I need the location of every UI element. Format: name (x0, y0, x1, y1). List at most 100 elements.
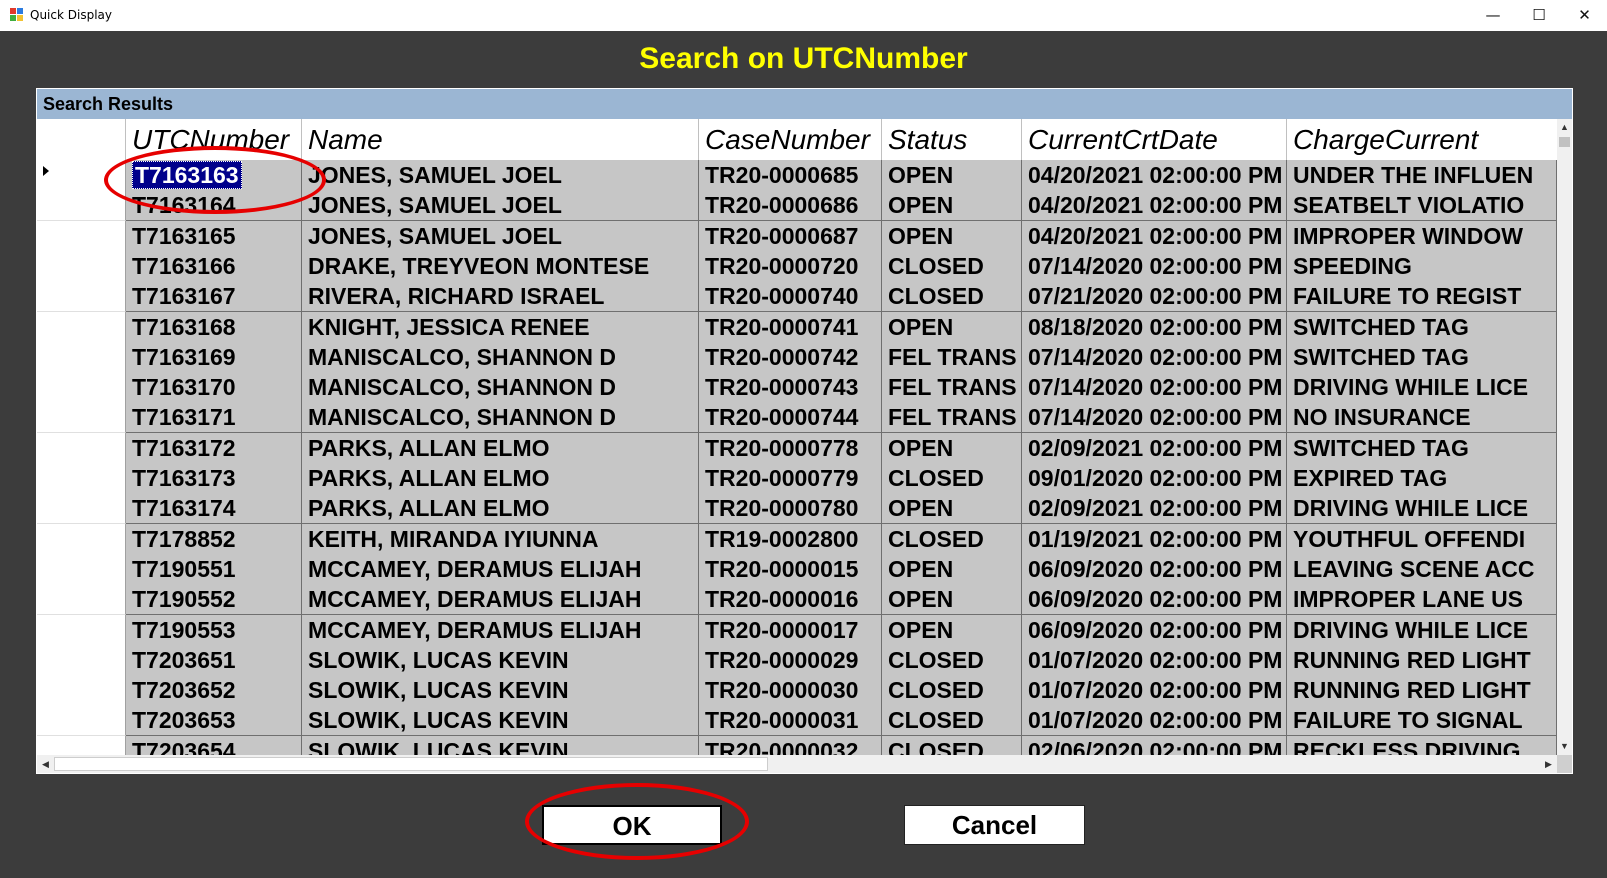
cell-chargecurrent[interactable]: LEAVING SCENE ACC (1287, 553, 1557, 585)
cell-chargecurrent[interactable]: RUNNING RED LIGHT (1287, 675, 1557, 707)
cell-casenumber[interactable]: TR20-0000017 (699, 614, 882, 646)
cell-casenumber[interactable]: TR19-0002800 (699, 523, 882, 555)
cell-currentcrtdate[interactable]: 01/07/2020 02:00:00 PM (1022, 644, 1287, 676)
row-header[interactable] (37, 220, 126, 252)
cell-casenumber[interactable]: TR20-0000031 (699, 705, 882, 737)
cell-name[interactable]: SLOWIK, LUCAS KEVIN (302, 705, 699, 737)
column-header-utcnumber[interactable]: UTCNumber (126, 119, 302, 160)
cell-currentcrtdate[interactable]: 01/07/2020 02:00:00 PM (1022, 675, 1287, 707)
cell-chargecurrent[interactable]: DRIVING WHILE LICE (1287, 614, 1557, 646)
cell-casenumber[interactable]: TR20-0000744 (699, 402, 882, 434)
cell-currentcrtdate[interactable]: 04/20/2021 02:00:00 PM (1022, 160, 1287, 191)
cell-chargecurrent[interactable]: DRIVING WHILE LICE (1287, 493, 1557, 525)
cell-utcnumber[interactable]: T7163167 (126, 281, 302, 313)
cell-name[interactable]: MANISCALCO, SHANNON D (302, 372, 699, 404)
cell-chargecurrent[interactable]: IMPROPER WINDOW (1287, 220, 1557, 252)
row-header[interactable] (37, 675, 126, 707)
cell-status[interactable]: OPEN (882, 553, 1022, 585)
cell-chargecurrent[interactable]: FAILURE TO SIGNAL (1287, 705, 1557, 737)
cell-status[interactable]: OPEN (882, 584, 1022, 616)
row-header[interactable] (37, 735, 126, 755)
cell-name[interactable]: MCCAMEY, DERAMUS ELIJAH (302, 614, 699, 646)
cell-casenumber[interactable]: TR20-0000686 (699, 190, 882, 222)
table-row[interactable]: T7190553 MCCAMEY, DERAMUS ELIJAH TR20-0000… (37, 614, 1557, 646)
cell-name[interactable]: MANISCALCO, SHANNON D (302, 402, 699, 434)
cell-status[interactable]: OPEN (882, 190, 1022, 222)
row-header[interactable] (37, 311, 126, 343)
cell-name[interactable]: PARKS, ALLAN ELMO (302, 432, 699, 464)
row-header[interactable] (37, 644, 126, 676)
row-header[interactable] (37, 432, 126, 464)
cell-status[interactable]: CLOSED (882, 675, 1022, 707)
cell-status[interactable]: OPEN (882, 311, 1022, 343)
cell-status[interactable]: OPEN (882, 614, 1022, 646)
cell-currentcrtdate[interactable]: 07/21/2020 02:00:00 PM (1022, 281, 1287, 313)
cell-chargecurrent[interactable]: SWITCHED TAG (1287, 311, 1557, 343)
row-header[interactable] (37, 281, 126, 313)
cell-utcnumber[interactable]: T7203652 (126, 675, 302, 707)
cell-casenumber[interactable]: TR20-0000029 (699, 644, 882, 676)
cell-casenumber[interactable]: TR20-0000778 (699, 432, 882, 464)
cell-chargecurrent[interactable]: EXPIRED TAG (1287, 463, 1557, 494)
cell-utcnumber[interactable]: T7163171 (126, 402, 302, 434)
column-header-status[interactable]: Status (882, 119, 1022, 160)
scroll-left-icon[interactable]: ◀ (37, 755, 54, 773)
cell-utcnumber[interactable]: T7163173 (126, 463, 302, 494)
row-header[interactable] (37, 250, 126, 282)
cell-utcnumber[interactable]: T7163165 (126, 220, 302, 252)
cell-currentcrtdate[interactable]: 02/06/2020 02:00:00 PM (1022, 735, 1287, 755)
cell-name[interactable]: SLOWIK, LUCAS KEVIN (302, 644, 699, 676)
minimize-button[interactable]: — (1470, 0, 1516, 31)
cell-casenumber[interactable]: TR20-0000779 (699, 463, 882, 494)
scroll-up-icon[interactable]: ▲ (1557, 119, 1572, 136)
cell-name[interactable]: MCCAMEY, DERAMUS ELIJAH (302, 553, 699, 585)
cell-status[interactable]: FEL TRANS (882, 341, 1022, 373)
table-row[interactable]: T7163171 MANISCALCO, SHANNON D TR20-000074… (37, 402, 1557, 434)
cell-utcnumber[interactable]: T7178852 (126, 523, 302, 555)
horizontal-scrollbar[interactable]: ◀ ▶ (37, 755, 1557, 773)
cell-casenumber[interactable]: TR20-0000685 (699, 160, 882, 191)
column-header-chargecurrent[interactable]: ChargeCurrent (1287, 119, 1557, 160)
cell-utcnumber[interactable]: T7203654 (126, 735, 302, 755)
cell-status[interactable]: FEL TRANS (882, 372, 1022, 404)
cell-status[interactable]: OPEN (882, 220, 1022, 252)
search-results-grid[interactable]: Search Results UTCNumber Name CaseNumber… (36, 88, 1573, 774)
row-header[interactable] (37, 190, 126, 222)
cell-name[interactable]: MCCAMEY, DERAMUS ELIJAH (302, 584, 699, 616)
cell-currentcrtdate[interactable]: 02/09/2021 02:00:00 PM (1022, 432, 1287, 464)
table-row[interactable]: T7203651 SLOWIK, LUCAS KEVIN TR20-0000029 C… (37, 644, 1557, 676)
cell-utcnumber[interactable]: T7163164 (126, 190, 302, 222)
cell-chargecurrent[interactable]: RECKLESS DRIVING (1287, 735, 1557, 755)
cell-casenumber[interactable]: TR20-0000742 (699, 341, 882, 373)
cell-status[interactable]: OPEN (882, 160, 1022, 191)
column-header-casenumber[interactable]: CaseNumber (699, 119, 882, 160)
cell-currentcrtdate[interactable]: 07/14/2020 02:00:00 PM (1022, 341, 1287, 373)
cell-utcnumber[interactable]: T7163174 (126, 493, 302, 525)
cell-status[interactable]: FEL TRANS (882, 402, 1022, 434)
cell-chargecurrent[interactable]: RUNNING RED LIGHT (1287, 644, 1557, 676)
table-row[interactable]: T7190551 MCCAMEY, DERAMUS ELIJAH TR20-0000… (37, 553, 1557, 585)
cell-casenumber[interactable]: TR20-0000016 (699, 584, 882, 616)
cell-casenumber[interactable]: TR20-0000720 (699, 250, 882, 282)
cell-currentcrtdate[interactable]: 01/07/2020 02:00:00 PM (1022, 705, 1287, 737)
row-header[interactable] (37, 584, 126, 616)
cell-status[interactable]: CLOSED (882, 644, 1022, 676)
cell-status[interactable]: OPEN (882, 432, 1022, 464)
cell-status[interactable]: OPEN (882, 493, 1022, 525)
cell-chargecurrent[interactable]: SWITCHED TAG (1287, 432, 1557, 464)
cell-casenumber[interactable]: TR20-0000743 (699, 372, 882, 404)
cell-utcnumber[interactable]: T7190553 (126, 614, 302, 646)
maximize-button[interactable]: ☐ (1516, 0, 1562, 31)
table-row[interactable]: T7163164 JONES, SAMUEL JOEL TR20-0000686 OP… (37, 190, 1557, 222)
cell-utcnumber[interactable]: T7190552 (126, 584, 302, 616)
cell-currentcrtdate[interactable]: 04/20/2021 02:00:00 PM (1022, 220, 1287, 252)
cell-name[interactable]: KEITH, MIRANDA IYIUNNA (302, 523, 699, 555)
cell-status[interactable]: CLOSED (882, 705, 1022, 737)
cell-utcnumber[interactable]: T7163168 (126, 311, 302, 343)
cell-utcnumber[interactable]: T7163169 (126, 341, 302, 373)
row-header[interactable] (37, 493, 126, 525)
cell-currentcrtdate[interactable]: 02/09/2021 02:00:00 PM (1022, 493, 1287, 525)
cell-name[interactable]: SLOWIK, LUCAS KEVIN (302, 675, 699, 707)
cell-utcnumber[interactable]: T7163163 (126, 160, 302, 191)
cell-utcnumber[interactable]: T7163166 (126, 250, 302, 282)
